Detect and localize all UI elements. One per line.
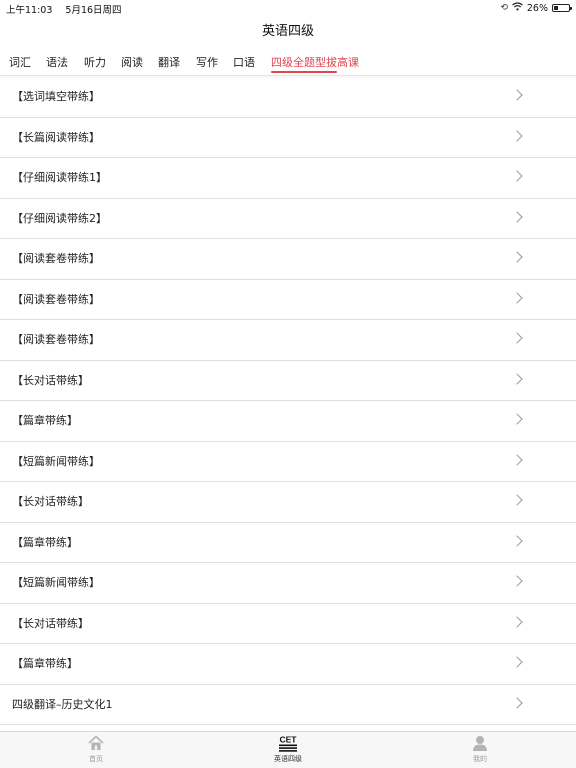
cet-icon-text: CET (280, 735, 298, 745)
list-item[interactable]: 【长对话带练】 (0, 361, 576, 401)
status-date: 5月16日周四 (65, 5, 122, 16)
list-item[interactable]: 【长对话带练】 (0, 604, 576, 644)
list-item-label: 【仔细阅读带练2】 (12, 211, 107, 225)
chevron-right-icon (511, 656, 523, 668)
chevron-right-icon (511, 332, 523, 344)
list-item-label: 【阅读套卷带练】 (12, 333, 100, 346)
wifi-icon (512, 2, 523, 14)
list-item[interactable]: 【阅读套卷带练】 (0, 320, 576, 361)
list-item[interactable]: 【短篇新闻带练】 (0, 442, 576, 482)
list-item-label: 【选词填空带练】 (12, 90, 100, 103)
page-title: 英语四级 (261, 24, 314, 39)
chevron-right-icon (511, 534, 523, 547)
chevron-right-icon (511, 413, 523, 425)
list-item-label: 【长对话带练】 (12, 616, 89, 630)
tab-grammar[interactable]: 语法 (46, 54, 68, 70)
lock-rotation-icon: ⟲ (500, 3, 508, 13)
list-item-label: 【短篇新闻带练】 (12, 454, 100, 468)
list-item[interactable]: 【篇章带练】 (0, 401, 576, 442)
list-item-label: 【长对话带练】 (12, 495, 89, 508)
list-item[interactable]: 【选词填空带练】 (0, 77, 576, 118)
list-item[interactable]: 【短篇新闻带练】 (0, 563, 576, 604)
chevron-right-icon (511, 696, 523, 709)
list-item[interactable]: 【阅读套卷带练】 (0, 239, 576, 280)
category-tabs: 词汇 语法 听力 阅读 翻译 写作 口语 四级全题型拔高课 (0, 48, 576, 76)
tab-writing[interactable]: 写作 (196, 54, 218, 70)
list-item[interactable]: 【长对话带练】 (0, 482, 576, 523)
list-item-label: 【长对话带练】 (12, 373, 89, 387)
chevron-right-icon (511, 615, 523, 628)
chevron-right-icon (511, 453, 523, 466)
list-item-label: 【短篇新闻带练】 (12, 576, 100, 589)
battery-level (554, 6, 558, 10)
tabbar-me[interactable]: 我的 (440, 735, 520, 764)
status-right: ⟲ 26% (500, 2, 572, 14)
chevron-right-icon (511, 210, 523, 223)
tab-translation[interactable]: 翻译 (158, 54, 180, 70)
list-item-label: 【篇章带练】 (12, 414, 78, 427)
tab-speaking[interactable]: 口语 (233, 54, 255, 70)
list-item-label: 【篇章带练】 (12, 535, 78, 549)
person-icon (440, 735, 520, 753)
tab-reading[interactable]: 阅读 (121, 54, 143, 70)
chevron-right-icon (511, 291, 523, 304)
list-item-label: 四级翻译–历史文化1 (12, 697, 113, 711)
status-time: 上午11:03 (6, 5, 53, 16)
active-tab-indicator (271, 71, 337, 73)
tabbar-cet[interactable]: CET 英语四级 (248, 735, 328, 764)
chevron-right-icon (511, 251, 523, 263)
tabbar-cet-label: 英语四级 (274, 755, 302, 763)
status-bar: 上午11:03 5月16日周四 ⟲ 26% (0, 0, 576, 16)
chevron-right-icon (511, 494, 523, 506)
battery-icon (552, 4, 572, 12)
chevron-right-icon (511, 170, 523, 182)
list-item-label: 【阅读套卷带练】 (12, 252, 100, 265)
chevron-right-icon (511, 575, 523, 587)
list-item[interactable]: 【仔细阅读带练2】 (0, 199, 576, 239)
tabbar-me-label: 我的 (473, 755, 487, 763)
list-item[interactable]: 【阅读套卷带练】 (0, 280, 576, 320)
tabbar-home-label: 首页 (89, 755, 103, 763)
chevron-right-icon (511, 89, 523, 101)
tab-cet4-advanced[interactable]: 四级全题型拔高课 (271, 54, 359, 70)
chevron-right-icon (511, 129, 523, 142)
bottom-tab-bar: 首页 CET 英语四级 我的 (0, 731, 576, 768)
tabbar-home[interactable]: 首页 (56, 735, 136, 764)
list-item-label: 【长篇阅读带练】 (12, 130, 100, 144)
cet-icon: CET (248, 735, 328, 753)
list-item[interactable]: 【仔细阅读带练1】 (0, 158, 576, 199)
battery-percent: 26% (526, 2, 548, 14)
tab-listening[interactable]: 听力 (84, 54, 106, 70)
chevron-right-icon (511, 372, 523, 385)
home-icon (56, 735, 136, 753)
list-item[interactable]: 【篇章带练】 (0, 644, 576, 685)
list-item[interactable]: 【篇章带练】 (0, 523, 576, 563)
tab-vocabulary[interactable]: 词汇 (9, 54, 31, 70)
status-left: 上午11:03 5月16日周四 (6, 2, 132, 16)
list-item[interactable]: 【长篇阅读带练】 (0, 118, 576, 158)
list-item-label: 【阅读套卷带练】 (12, 292, 100, 306)
list-item-label: 【仔细阅读带练1】 (12, 171, 107, 184)
list-item-label: 【篇章带练】 (12, 657, 78, 670)
list-item[interactable]: 四级翻译–历史文化1 (0, 685, 576, 725)
lesson-list: 【选词填空带练】 【长篇阅读带练】 【仔细阅读带练1】 【仔细阅读带练2】 【阅… (0, 77, 576, 725)
